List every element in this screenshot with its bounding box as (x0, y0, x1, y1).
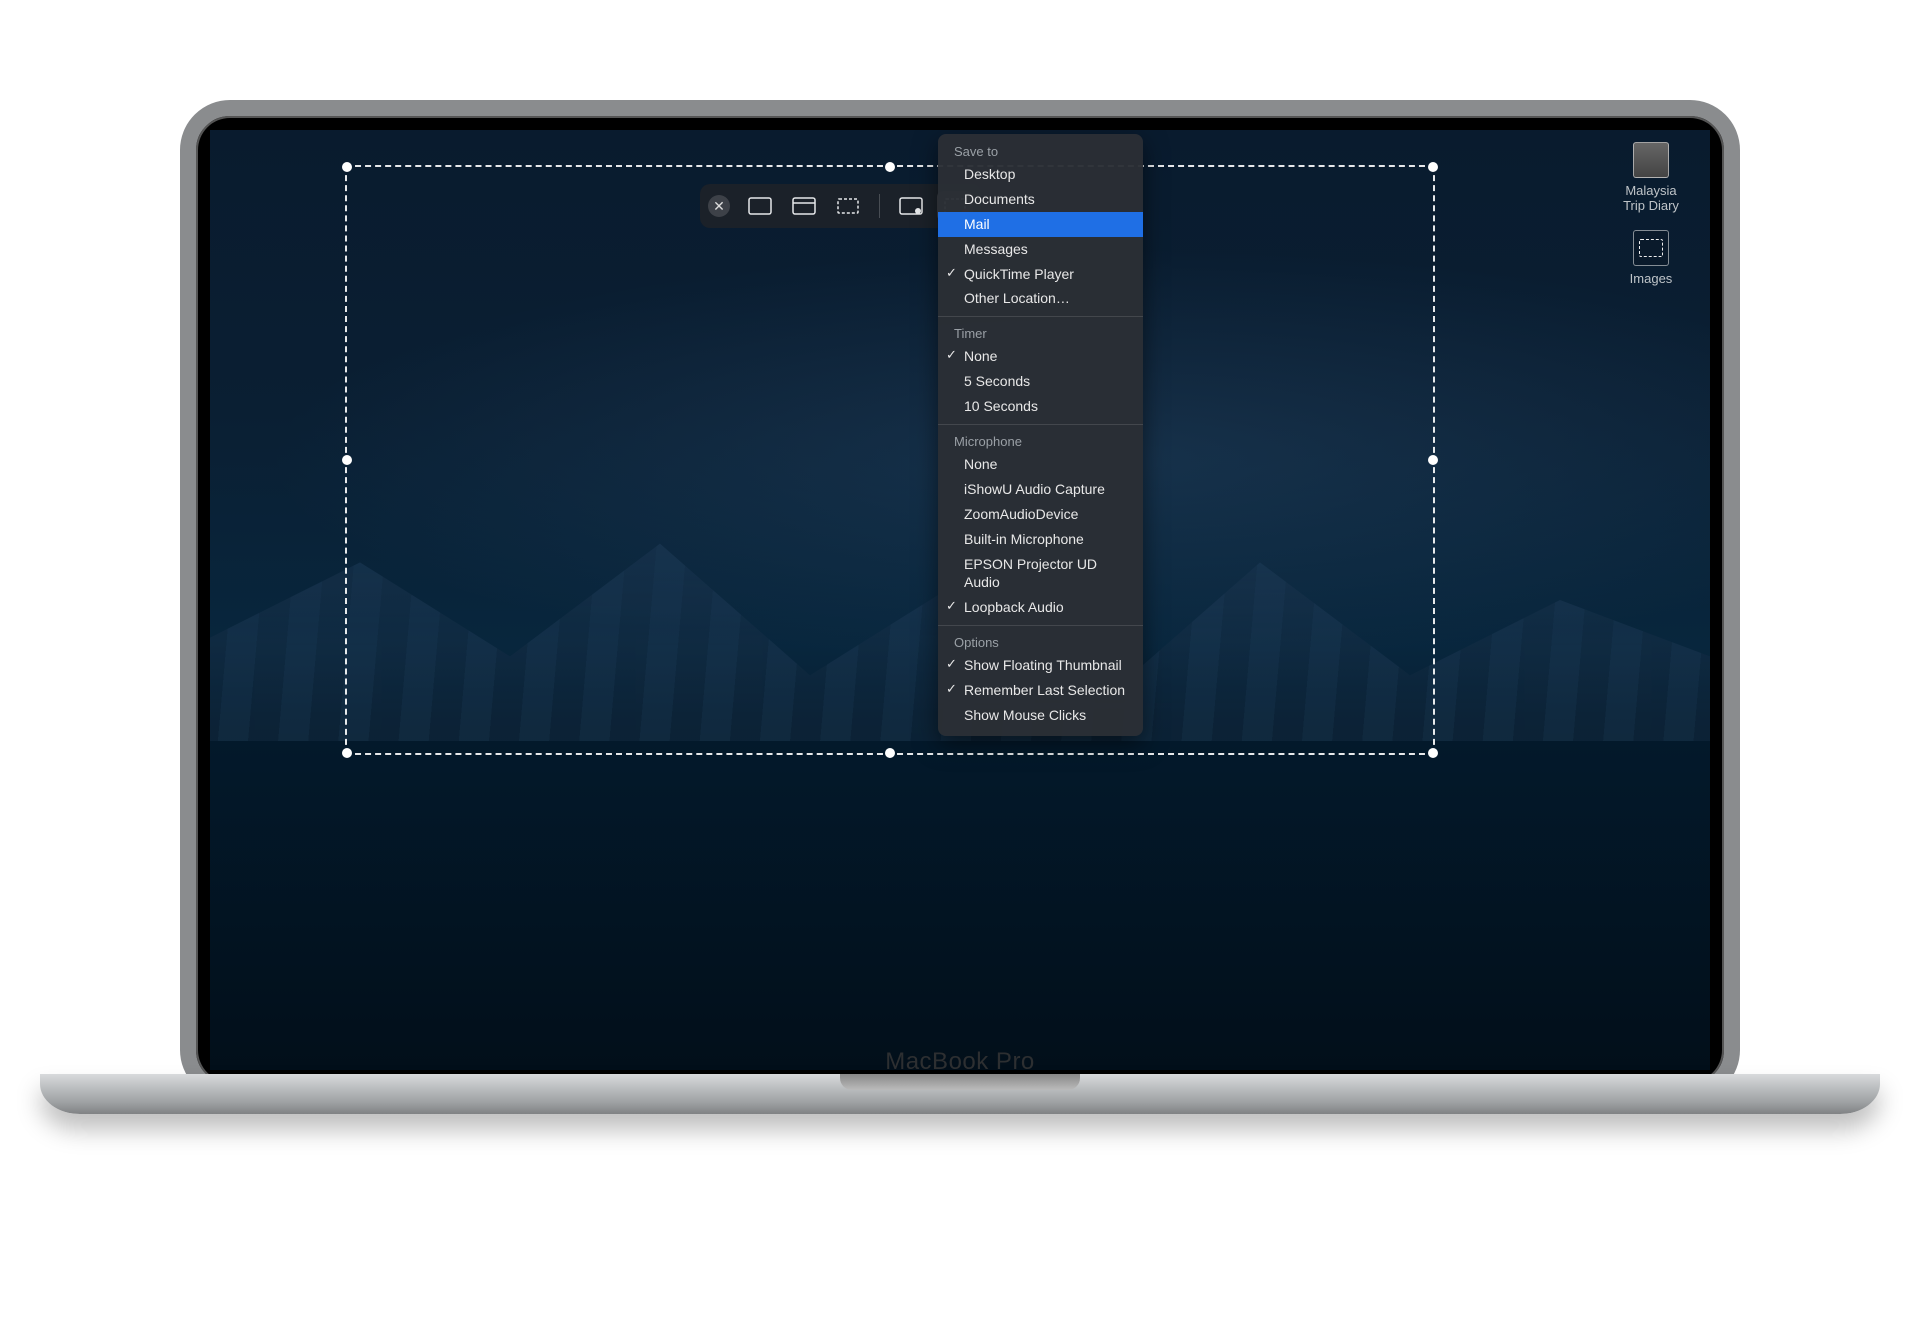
menu-separator (938, 625, 1143, 626)
selection-handle-nw[interactable] (342, 162, 352, 172)
menu-item-label: Show Floating Thumbnail (964, 656, 1122, 675)
menu-item-mic-loopback[interactable]: Loopback Audio (938, 595, 1143, 620)
menu-item-show-thumbnail[interactable]: Show Floating Thumbnail (938, 653, 1143, 678)
capture-entire-screen-button[interactable] (742, 191, 778, 221)
document-icon (1633, 142, 1669, 178)
menu-item-label: ZoomAudioDevice (964, 505, 1078, 524)
laptop-base (40, 1074, 1880, 1114)
menu-item-mic-zoom[interactable]: ZoomAudioDevice (938, 502, 1143, 527)
menu-item-label: Desktop (964, 165, 1015, 184)
menu-item-show-clicks[interactable]: Show Mouse Clicks (938, 703, 1143, 728)
menu-item-other-location[interactable]: Other Location… (938, 286, 1143, 311)
menu-item-label: Mail (964, 215, 990, 234)
menu-item-label: Other Location… (964, 289, 1070, 308)
menu-item-timer-5s[interactable]: 5 Seconds (938, 369, 1143, 394)
menu-item-label: Built-in Microphone (964, 530, 1084, 549)
desktop-icon-label: Malaysia Trip Diary (1623, 184, 1679, 214)
menu-section-timer: Timer (938, 322, 1143, 344)
menu-item-remember-selection[interactable]: Remember Last Selection (938, 678, 1143, 703)
selection-handle-s[interactable] (885, 748, 895, 758)
options-menu: Save to Desktop Documents Mail Messages … (938, 134, 1143, 736)
menu-item-desktop[interactable]: Desktop (938, 162, 1143, 187)
menu-item-label: EPSON Projector UD Audio (964, 555, 1133, 593)
menu-section-save-to: Save to (938, 140, 1143, 162)
desktop-icon-malaysia-diary[interactable]: Malaysia Trip Diary (1606, 142, 1696, 214)
capture-selected-window-button[interactable] (786, 191, 822, 221)
menu-item-mail[interactable]: Mail (938, 212, 1143, 237)
menu-item-quicktime[interactable]: QuickTime Player (938, 262, 1143, 287)
record-screen-icon (899, 197, 923, 215)
laptop-lid: Malaysia Trip Diary Images ✕ (180, 100, 1740, 1100)
menu-item-timer-none[interactable]: None (938, 344, 1143, 369)
desktop-screen: Malaysia Trip Diary Images ✕ (210, 130, 1710, 1070)
menu-item-label: Remember Last Selection (964, 681, 1125, 700)
selection-handle-w[interactable] (342, 455, 352, 465)
marquee-icon (836, 197, 860, 215)
menu-item-label: 10 Seconds (964, 397, 1038, 416)
selection-handle-ne[interactable] (1428, 162, 1438, 172)
menu-item-label: Show Mouse Clicks (964, 706, 1086, 725)
selection-handle-n[interactable] (885, 162, 895, 172)
screen-icon (748, 197, 772, 215)
wallpaper-water (210, 741, 1710, 1070)
menu-item-label: None (964, 455, 997, 474)
menu-item-label: Documents (964, 190, 1035, 209)
menu-item-mic-ishowu[interactable]: iShowU Audio Capture (938, 477, 1143, 502)
menu-section-options: Options (938, 631, 1143, 653)
menu-item-messages[interactable]: Messages (938, 237, 1143, 262)
desktop-icon-label: Images (1630, 272, 1673, 287)
menu-item-label: 5 Seconds (964, 372, 1030, 391)
selection-handle-sw[interactable] (342, 748, 352, 758)
device-brand-label: MacBook Pro (885, 1048, 1035, 1076)
close-toolbar-button[interactable]: ✕ (708, 195, 730, 217)
selection-handle-e[interactable] (1428, 455, 1438, 465)
folder-icon (1633, 230, 1669, 266)
menu-item-label: None (964, 347, 997, 366)
macbook-mockup: Malaysia Trip Diary Images ✕ (40, 100, 1880, 1114)
menu-item-label: Loopback Audio (964, 598, 1064, 617)
menu-item-label: iShowU Audio Capture (964, 480, 1105, 499)
menu-section-microphone: Microphone (938, 430, 1143, 452)
desktop-icons-area: Malaysia Trip Diary Images (1606, 142, 1696, 287)
window-icon (792, 197, 816, 215)
selection-handle-se[interactable] (1428, 748, 1438, 758)
menu-item-documents[interactable]: Documents (938, 187, 1143, 212)
menu-item-label: QuickTime Player (964, 265, 1074, 284)
menu-item-label: Messages (964, 240, 1028, 259)
menu-item-mic-epson[interactable]: EPSON Projector UD Audio (938, 552, 1143, 596)
menu-item-mic-builtin[interactable]: Built-in Microphone (938, 527, 1143, 552)
menu-item-timer-10s[interactable]: 10 Seconds (938, 394, 1143, 419)
menu-item-mic-none[interactable]: None (938, 452, 1143, 477)
capture-selected-portion-button[interactable] (830, 191, 866, 221)
trackpad-notch (840, 1074, 1080, 1090)
menu-separator (938, 316, 1143, 317)
desktop-icon-images[interactable]: Images (1606, 230, 1696, 287)
menu-separator (938, 424, 1143, 425)
toolbar-separator (879, 194, 880, 218)
record-entire-screen-button[interactable] (893, 191, 929, 221)
